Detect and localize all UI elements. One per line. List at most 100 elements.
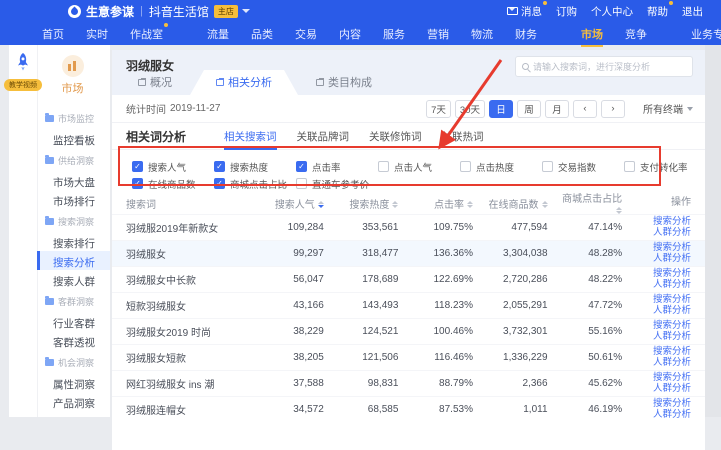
section-title: 相关词分析: [126, 128, 186, 145]
metric-checkbox-mall-click-share[interactable]: ✓商城点击占比: [214, 177, 296, 191]
nav-item-realtime[interactable]: 实时: [86, 26, 108, 42]
col-header-search-heat[interactable]: 搜索热度: [338, 196, 413, 211]
messages-link[interactable]: 消息: [507, 4, 542, 19]
help-link[interactable]: 帮助: [647, 4, 668, 19]
subtab-related-hot-terms[interactable]: 关联热词: [442, 123, 484, 150]
metric-checkbox-search-heat[interactable]: ✓搜索热度: [214, 160, 296, 174]
search-analysis-link[interactable]: 搜索分析: [636, 373, 691, 384]
range-7d-button[interactable]: 7天: [426, 100, 451, 118]
nav-item-business-zone[interactable]: 业务专区: [691, 26, 721, 42]
nav-item-content[interactable]: 内容: [339, 26, 361, 42]
search-analysis-link[interactable]: 搜索分析: [636, 295, 691, 306]
tutorial-float-widget[interactable]: 教学视频: [4, 52, 42, 91]
sidebar-item-search-ranking[interactable]: 搜索排行: [37, 232, 110, 251]
nav-item-compete[interactable]: 竞争: [625, 26, 647, 42]
sort-desc-icon[interactable]: [318, 201, 324, 208]
col-header-online-items[interactable]: 在线商品数: [487, 196, 562, 211]
search-input[interactable]: [533, 62, 686, 72]
metric-checkbox-train-ref-price[interactable]: 直通车参考价: [296, 177, 378, 191]
cell-value: 116.46%: [412, 352, 487, 363]
unit-week-button[interactable]: 周: [517, 100, 541, 118]
sort-icon[interactable]: [392, 201, 398, 208]
cell-value: 1,336,229: [487, 352, 562, 363]
search-analysis-link[interactable]: 搜索分析: [636, 243, 691, 254]
logout-link[interactable]: 退出: [682, 4, 703, 19]
metric-checkbox-online-items[interactable]: ✓在线商品数: [132, 177, 214, 191]
tab-overview[interactable]: 概况: [120, 70, 190, 95]
audience-analysis-link[interactable]: 人群分析: [636, 332, 691, 343]
col-header-mall-click-share[interactable]: 商城点击占比: [562, 190, 637, 216]
orders-link[interactable]: 订购: [556, 4, 577, 19]
unit-day-button[interactable]: 日: [489, 100, 513, 118]
metric-checkbox-click-popularity[interactable]: 点击人气: [378, 160, 460, 174]
nav-item-market[interactable]: 市场: [581, 26, 603, 42]
unit-month-button[interactable]: 月: [545, 100, 569, 118]
audience-analysis-link[interactable]: 人群分析: [636, 306, 691, 317]
nav-item-marketing[interactable]: 营销: [427, 26, 449, 42]
nav-item-category[interactable]: 品类: [251, 26, 273, 42]
nav-item-finance[interactable]: 财务: [515, 26, 537, 42]
sort-icon[interactable]: [467, 201, 473, 208]
sort-icon[interactable]: [616, 207, 622, 214]
col-header-keyword[interactable]: 搜索词: [126, 196, 263, 211]
metric-checkbox-trade-index[interactable]: 交易指数: [542, 160, 624, 174]
range-30d-button[interactable]: 30天: [455, 100, 485, 118]
search-analysis-link[interactable]: 搜索分析: [636, 347, 691, 358]
subtab-related-brand-terms[interactable]: 关联品牌词: [297, 123, 350, 150]
workspace-chevron-down-icon[interactable]: [242, 9, 250, 13]
tab-category-composition[interactable]: 类目构成: [298, 70, 390, 95]
metric-checkbox-click-heat[interactable]: 点击热度: [460, 160, 542, 174]
cell-value: 2,055,291: [487, 300, 562, 311]
metric-checkbox-click-rate[interactable]: ✓点击率: [296, 160, 378, 174]
audience-analysis-link[interactable]: 人群分析: [636, 280, 691, 291]
next-period-button[interactable]: ›: [601, 100, 625, 118]
account-link[interactable]: 个人中心: [591, 4, 633, 19]
sidebar-item-audience-perspective[interactable]: 客群透视: [37, 331, 110, 350]
tutorial-badge[interactable]: 教学视频: [4, 79, 42, 91]
workspace-badge: 主店: [214, 5, 238, 18]
search-analysis-link[interactable]: 搜索分析: [636, 399, 691, 410]
sidebar-item-attribute-insight[interactable]: 属性洞察: [37, 373, 110, 392]
audience-analysis-link[interactable]: 人群分析: [636, 358, 691, 369]
metric-checkbox-search-popularity[interactable]: ✓搜索人气: [132, 160, 214, 174]
table-row: 羽绒服2019年新款女 109,284 353,561 109.75% 477,…: [112, 214, 705, 240]
tab-related-analysis[interactable]: 相关分析: [190, 70, 298, 95]
workspace-name[interactable]: 抖音生活馆: [149, 3, 209, 20]
sidebar-item-search-audience[interactable]: 搜索人群: [37, 270, 110, 289]
cell-value: 46.19%: [562, 404, 637, 415]
metric-checkbox-pay-conversion[interactable]: 支付转化率: [624, 160, 706, 174]
sidebar-item-market-overview[interactable]: 市场大盘: [37, 171, 110, 190]
nav-item-traffic[interactable]: 流量: [207, 26, 229, 42]
nav-item-service[interactable]: 服务: [383, 26, 405, 42]
checkbox-checked-icon: ✓: [214, 161, 225, 172]
checkbox-icon: [542, 161, 553, 172]
search-analysis-link[interactable]: 搜索分析: [636, 321, 691, 332]
cell-value: 121,506: [338, 352, 413, 363]
cell-keyword: 羽绒服女2019 时尚: [126, 324, 263, 339]
audience-analysis-link[interactable]: 人群分析: [636, 254, 691, 265]
sidebar-item-search-analysis[interactable]: 搜索分析: [37, 251, 110, 270]
cell-keyword: 羽绒服2019年新款女: [126, 220, 263, 235]
search-analysis-link[interactable]: 搜索分析: [636, 269, 691, 280]
nav-item-war-room[interactable]: 作战室: [130, 26, 163, 42]
nav-item-home[interactable]: 首页: [42, 26, 64, 42]
terminal-dropdown[interactable]: 所有终端: [643, 101, 693, 116]
nav-item-trade[interactable]: 交易: [295, 26, 317, 42]
col-header-search-popularity[interactable]: 搜索人气: [263, 196, 338, 211]
subtab-related-modifier-terms[interactable]: 关联修饰词: [369, 123, 422, 150]
sidebar-item-monitor-board[interactable]: 监控看板: [37, 129, 110, 148]
sort-icon[interactable]: [542, 201, 548, 208]
sidebar-item-industry-audience[interactable]: 行业客群: [37, 312, 110, 331]
sidebar-item-market-ranking[interactable]: 市场排行: [37, 190, 110, 209]
audience-analysis-link[interactable]: 人群分析: [636, 410, 691, 421]
audience-analysis-link[interactable]: 人群分析: [636, 384, 691, 395]
search-analysis-link[interactable]: 搜索分析: [636, 217, 691, 228]
keyword-search-box[interactable]: [515, 56, 693, 77]
prev-period-button[interactable]: ‹: [573, 100, 597, 118]
sidebar-item-product-insight[interactable]: 产品洞察: [37, 392, 110, 411]
cell-value: 477,594: [487, 222, 562, 233]
subtab-related-search-terms[interactable]: 相关搜索词: [224, 123, 277, 150]
nav-item-logistics[interactable]: 物流: [471, 26, 493, 42]
col-header-click-rate[interactable]: 点击率: [412, 196, 487, 211]
audience-analysis-link[interactable]: 人群分析: [636, 228, 691, 239]
